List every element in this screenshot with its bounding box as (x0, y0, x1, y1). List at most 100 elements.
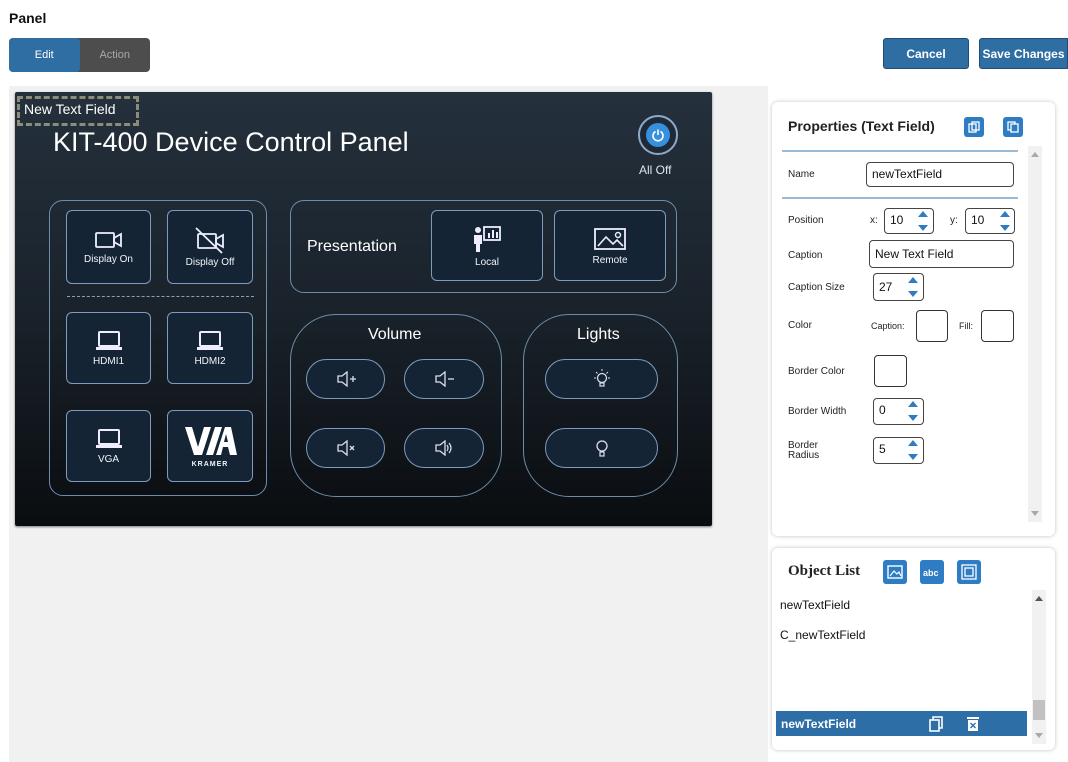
display-on-button[interactable]: Display On (66, 210, 151, 284)
panel-heading[interactable]: KIT-400 Device Control Panel (53, 127, 409, 158)
border-color-swatch[interactable] (874, 355, 907, 387)
lightbulb-on-icon (593, 369, 610, 387)
display-on-label: Display On (84, 254, 133, 265)
scroll-up-arrow-icon[interactable] (1035, 596, 1043, 601)
chevron-up-icon (908, 440, 918, 446)
kramer-logo-text: KRAMER (191, 460, 229, 468)
presentation-label: Presentation (307, 238, 397, 255)
selected-object-label: newTextField (781, 716, 857, 731)
volume-down-icon (435, 371, 454, 387)
properties-divider-top (782, 150, 1018, 152)
scroll-up-arrow-icon[interactable] (1031, 152, 1039, 157)
caption-size-label: Caption Size (788, 282, 845, 293)
speaker-loud-icon (435, 440, 452, 456)
local-label: Local (475, 256, 499, 268)
object-list-title: Object List (788, 563, 861, 579)
kramer-logo-icon (185, 426, 237, 455)
copy-style-button[interactable] (964, 117, 984, 137)
hdmi1-label: HDMI1 (92, 356, 125, 367)
presentation-remote-button[interactable]: Remote (554, 210, 666, 281)
properties-scrollbar[interactable] (1028, 146, 1042, 522)
display-off-button[interactable]: Display Off (167, 210, 253, 284)
scroll-thumb[interactable] (1033, 700, 1045, 720)
chevron-down-icon (908, 291, 918, 297)
name-label: Name (788, 169, 815, 180)
properties-title: Properties (Text Field) (788, 118, 935, 134)
add-text-button[interactable]: abc (920, 560, 944, 584)
mute-button[interactable] (306, 428, 385, 468)
image-icon (887, 565, 903, 579)
position-label: Position (788, 215, 824, 226)
remote-label: Remote (592, 254, 628, 266)
volume-up-icon (336, 371, 356, 387)
lightbulb-off-icon (595, 440, 608, 457)
action-mode-button[interactable]: Action (80, 38, 151, 72)
duplicate-icon[interactable] (928, 716, 944, 735)
copy-icon (968, 121, 980, 133)
mode-toggle[interactable]: Edit Action (9, 38, 150, 72)
volume-down-button[interactable] (404, 359, 484, 399)
chevron-down-icon (908, 454, 918, 460)
cancel-button[interactable]: Cancel (883, 38, 969, 69)
image-icon (594, 227, 626, 250)
lights-off-button[interactable] (545, 428, 658, 468)
laptop-icon (95, 429, 122, 448)
all-off-button[interactable] (638, 115, 678, 155)
lights-on-button[interactable] (545, 359, 658, 399)
position-y-stepper[interactable] (998, 210, 1012, 232)
display-off-label: Display Off (185, 257, 235, 268)
color-caption-label: Caption: (871, 321, 905, 331)
hdmi2-button[interactable]: HDMI2 (167, 312, 253, 384)
scroll-down-arrow-icon[interactable] (1031, 511, 1039, 516)
chevron-down-icon (908, 415, 918, 421)
save-changes-button[interactable]: Save Changes (979, 38, 1068, 69)
paste-icon (1007, 121, 1019, 133)
selected-object-row[interactable]: newTextField (776, 711, 1027, 736)
caption-input[interactable]: New Text Field (869, 240, 1014, 268)
add-frame-button[interactable] (957, 560, 981, 584)
chevron-up-icon (908, 277, 918, 283)
all-off-label: All Off (639, 163, 672, 177)
camera-off-icon (195, 227, 224, 254)
paste-style-button[interactable] (1003, 117, 1023, 137)
vga-label: VGA (97, 454, 120, 465)
caption-color-swatch[interactable] (916, 310, 948, 342)
presenter-icon (474, 225, 501, 252)
color-fill-label: Fill: (959, 321, 973, 331)
kramer-logo-tile: KRAMER (167, 410, 253, 482)
name-input[interactable]: newTextField (866, 162, 1014, 187)
selected-text-field[interactable]: New Text Field (17, 96, 139, 126)
page-title: Panel (9, 10, 47, 26)
position-x-stepper[interactable] (916, 210, 930, 232)
hdmi1-button[interactable]: HDMI1 (66, 312, 151, 384)
svg-text:abc: abc (923, 568, 939, 578)
scroll-down-arrow-icon[interactable] (1035, 733, 1043, 738)
volume-label: Volume (368, 326, 422, 343)
volume-up-button[interactable] (306, 359, 385, 399)
presentation-local-button[interactable]: Local (431, 210, 543, 281)
border-radius-stepper[interactable] (906, 439, 920, 461)
chevron-down-icon (918, 225, 928, 231)
hdmi2-label: HDMI2 (194, 356, 226, 367)
list-item[interactable]: C_newTextField (780, 628, 865, 642)
object-list-scrollbar[interactable] (1032, 590, 1046, 744)
text-abc-icon: abc (923, 568, 939, 578)
border-width-label: Border Width (788, 406, 847, 417)
border-width-stepper[interactable] (906, 400, 920, 422)
chevron-up-icon (908, 401, 918, 407)
delete-icon[interactable] (966, 716, 980, 735)
frame-icon (961, 564, 977, 580)
unmute-button[interactable] (404, 428, 484, 468)
list-item[interactable]: newTextField (780, 598, 850, 612)
caption-size-stepper[interactable] (906, 276, 920, 298)
edit-mode-button[interactable]: Edit (9, 38, 80, 72)
sources-divider (67, 296, 254, 297)
position-x-label: x: (870, 215, 878, 226)
color-label: Color (788, 320, 812, 331)
add-image-button[interactable] (883, 560, 907, 584)
vga-button[interactable]: VGA (66, 410, 151, 482)
chevron-up-icon (1000, 211, 1010, 217)
mute-icon (336, 440, 354, 456)
fill-color-swatch[interactable] (981, 310, 1014, 342)
caption-label: Caption (788, 250, 823, 261)
